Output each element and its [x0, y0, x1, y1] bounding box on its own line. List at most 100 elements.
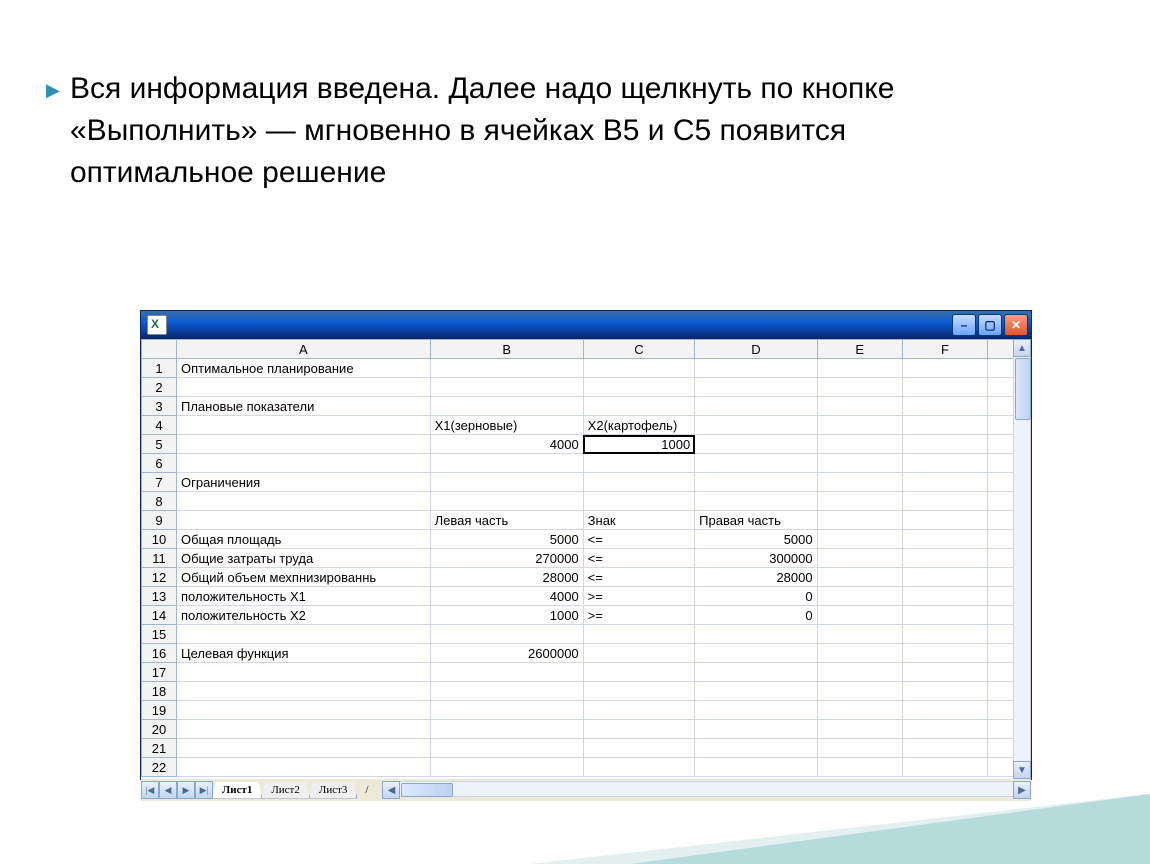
cell[interactable]: [176, 625, 430, 644]
row-header[interactable]: 3: [142, 397, 177, 416]
cell[interactable]: 28000: [430, 568, 583, 587]
cell[interactable]: [695, 454, 817, 473]
cell[interactable]: [988, 454, 1013, 473]
cell[interactable]: [583, 682, 695, 701]
cell[interactable]: 5000: [695, 530, 817, 549]
cell[interactable]: [902, 492, 987, 511]
cell[interactable]: [817, 492, 902, 511]
cell[interactable]: [902, 701, 987, 720]
cell[interactable]: 4000: [430, 435, 583, 454]
cell[interactable]: X1(зерновые): [430, 416, 583, 435]
cell[interactable]: Левая часть: [430, 511, 583, 530]
cell[interactable]: [695, 758, 817, 777]
col-header-F[interactable]: F: [902, 340, 987, 359]
cell[interactable]: [176, 511, 430, 530]
cell[interactable]: Общие затраты труда: [176, 549, 430, 568]
cell[interactable]: <=: [583, 568, 695, 587]
tab-nav-prev[interactable]: ◀: [159, 781, 177, 799]
tab-nav-first[interactable]: |◀: [141, 781, 159, 799]
scroll-down-button[interactable]: ▼: [1013, 761, 1031, 779]
cell[interactable]: [902, 720, 987, 739]
cell[interactable]: [902, 758, 987, 777]
cell[interactable]: [430, 359, 583, 378]
cell[interactable]: 5000: [430, 530, 583, 549]
cell[interactable]: [817, 435, 902, 454]
scroll-up-button[interactable]: ▲: [1013, 339, 1031, 357]
row-header[interactable]: 13: [142, 587, 177, 606]
cell[interactable]: [817, 473, 902, 492]
cell[interactable]: [988, 682, 1013, 701]
cell[interactable]: [988, 644, 1013, 663]
cell[interactable]: [988, 606, 1013, 625]
cell[interactable]: [817, 397, 902, 416]
cell[interactable]: [176, 378, 430, 397]
scroll-left-button[interactable]: ◀: [382, 781, 400, 799]
cell[interactable]: [695, 378, 817, 397]
select-all-cell[interactable]: [142, 340, 177, 359]
cell[interactable]: [695, 492, 817, 511]
col-header-E[interactable]: E: [817, 340, 902, 359]
cell[interactable]: [430, 682, 583, 701]
sheet-tab-2[interactable]: Лист2: [261, 782, 310, 799]
tab-nav-last[interactable]: ▶|: [195, 781, 213, 799]
cell[interactable]: [430, 758, 583, 777]
cell[interactable]: [988, 587, 1013, 606]
cell[interactable]: Целевая функция: [176, 644, 430, 663]
cell[interactable]: [902, 568, 987, 587]
cell[interactable]: [430, 663, 583, 682]
row-header[interactable]: 17: [142, 663, 177, 682]
cell[interactable]: [695, 416, 817, 435]
cell[interactable]: [695, 397, 817, 416]
vscroll-thumb[interactable]: [1015, 358, 1031, 420]
cell[interactable]: [583, 473, 695, 492]
cell[interactable]: 0: [695, 606, 817, 625]
cell[interactable]: [817, 644, 902, 663]
cell[interactable]: 270000: [430, 549, 583, 568]
cell[interactable]: [817, 682, 902, 701]
cell[interactable]: [430, 397, 583, 416]
cell[interactable]: [902, 378, 987, 397]
cell[interactable]: [583, 454, 695, 473]
close-button[interactable]: ✕: [1004, 314, 1028, 336]
horizontal-scrollbar[interactable]: ◀ ▶: [382, 781, 1031, 799]
cell[interactable]: X2(картофель): [583, 416, 695, 435]
cell[interactable]: [695, 663, 817, 682]
cell[interactable]: [902, 473, 987, 492]
cell[interactable]: [902, 435, 987, 454]
row-header[interactable]: 8: [142, 492, 177, 511]
cell[interactable]: [430, 378, 583, 397]
cell[interactable]: [430, 701, 583, 720]
cell[interactable]: [902, 739, 987, 758]
cell[interactable]: [583, 492, 695, 511]
cell[interactable]: [583, 359, 695, 378]
cell[interactable]: [817, 530, 902, 549]
cell[interactable]: [988, 720, 1013, 739]
cell[interactable]: [902, 397, 987, 416]
cell[interactable]: [902, 454, 987, 473]
minimize-button[interactable]: –: [952, 314, 976, 336]
cell[interactable]: [176, 739, 430, 758]
cell[interactable]: [583, 720, 695, 739]
cell[interactable]: [817, 758, 902, 777]
cell[interactable]: [176, 454, 430, 473]
cell[interactable]: Общая площадь: [176, 530, 430, 549]
cell[interactable]: [817, 701, 902, 720]
row-header[interactable]: 16: [142, 644, 177, 663]
cell[interactable]: [988, 435, 1013, 454]
row-header[interactable]: 5: [142, 435, 177, 454]
cell[interactable]: [988, 492, 1013, 511]
cell[interactable]: [583, 663, 695, 682]
row-header[interactable]: 14: [142, 606, 177, 625]
cell[interactable]: <=: [583, 530, 695, 549]
cell[interactable]: [430, 739, 583, 758]
cell[interactable]: [817, 511, 902, 530]
cell[interactable]: [902, 530, 987, 549]
row-header[interactable]: 19: [142, 701, 177, 720]
cell[interactable]: [988, 701, 1013, 720]
cell[interactable]: положительность X1: [176, 587, 430, 606]
col-header-D[interactable]: D: [695, 340, 817, 359]
cell[interactable]: [695, 473, 817, 492]
cell[interactable]: [988, 530, 1013, 549]
cell[interactable]: [817, 416, 902, 435]
cell[interactable]: [988, 397, 1013, 416]
